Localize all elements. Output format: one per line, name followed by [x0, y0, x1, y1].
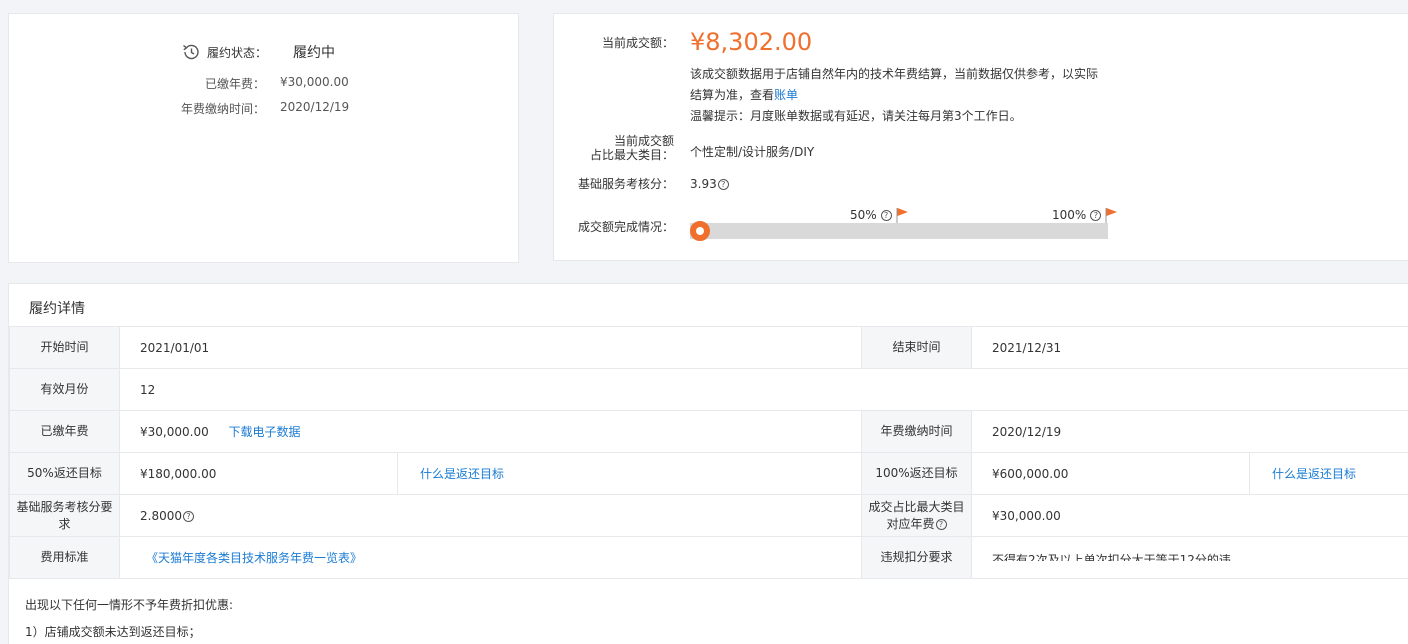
paid-fee-label: 已缴年费： — [204, 77, 265, 91]
detail-title: 履约详情 — [29, 301, 85, 317]
flag-icon — [1105, 208, 1118, 223]
download-data-link[interactable]: 下载电子数据 — [229, 425, 301, 439]
target100-link[interactable]: 什么是返还目标 — [1272, 467, 1356, 481]
paid-fee-label: 已缴年费 — [9, 410, 120, 453]
service-score-value: 3.93 — [690, 177, 717, 191]
top-category-label-line2: 占比最大类目： — [589, 148, 674, 162]
cat-fee-value: ¥30,000.00 — [971, 494, 1408, 537]
status-label: 履约状态： — [207, 45, 268, 60]
target50-value: ¥180,000.00 — [119, 452, 398, 495]
end-time-value: 2021/12/31 — [971, 326, 1408, 369]
start-time-label: 开始时间 — [9, 326, 120, 369]
milestone-50: 50% ? — [850, 207, 910, 223]
gmv-progress-knob — [690, 221, 710, 241]
start-time-value: 2021/01/01 — [118, 326, 863, 369]
paid-time-value: 2020/12/19 — [280, 100, 350, 114]
milestone-100: 100% ? — [1052, 207, 1119, 223]
top-category-value: 个性定制/设计服务/DIY — [690, 145, 815, 159]
contract-detail-section: 履约详情 开始时间 2021/01/01 结束时间 2021/12/31 有效月… — [8, 283, 1408, 644]
score-req-cell: 2.8000? — [118, 494, 863, 537]
milestone-50-label: 50% — [850, 208, 877, 222]
target100-link-cell: 什么是返还目标 — [1249, 452, 1408, 495]
help-icon[interactable]: ? — [717, 179, 729, 190]
progress-label: 成交额完成情况： — [577, 220, 674, 234]
gmv-desc-line1: 该成交额数据用于店铺自然年内的技术年费结算，当前数据仅供参考，以实际 — [690, 67, 1099, 81]
end-time-label: 结束时间 — [861, 326, 973, 369]
gmv-desc-line2-prefix: 结算为准，查看 — [690, 88, 775, 102]
gmv-tip: 温馨提示：月度账单数据或有延迟，请关注每月第3个工作日。 — [690, 109, 1022, 123]
status-value: 履约中 — [293, 45, 335, 61]
gmv-label: 当前成交额： — [601, 36, 674, 50]
rule-item: 1）店铺成交额未达到返还目标； — [25, 625, 201, 639]
help-icon[interactable]: ? — [880, 209, 892, 221]
violation-value: 不得有2次及以上单次扣分大于等于12分的违规 — [992, 553, 1231, 561]
paid-time-label: 年费缴纳时间： — [180, 102, 265, 116]
paid-fee-cell: ¥30,000.00 下载电子数据 — [118, 410, 863, 453]
flag-icon — [896, 208, 908, 223]
score-req-label: 基础服务考核分要求 — [9, 494, 120, 537]
violation-cell: 不得有2次及以上单次扣分大于等于12分的违规 — [971, 536, 1408, 579]
fee-std-label: 费用标准 — [9, 536, 120, 579]
status-row: 履约状态： 履约中 — [181, 42, 335, 62]
target50-label: 50%返还目标 — [9, 452, 120, 495]
target50-link-cell: 什么是返还目标 — [396, 452, 863, 495]
violation-label: 违规扣分要求 — [861, 536, 973, 579]
target100-value: ¥600,000.00 — [971, 452, 1251, 495]
cat-fee-label: 成交占比最大类目对应年费? — [861, 494, 973, 537]
paid-time-value: 2020/12/19 — [971, 410, 1408, 453]
history-icon — [183, 44, 199, 60]
help-icon[interactable]: ? — [935, 518, 947, 530]
table-row: 基础服务考核分要求 2.8000? 成交占比最大类目对应年费? ¥30,000.… — [9, 494, 1408, 537]
table-row: 已缴年费 ¥30,000.00 下载电子数据 年费缴纳时间 2020/12/19 — [9, 410, 1408, 453]
score-req-value: 2.8000 — [140, 508, 182, 523]
milestone-100-label: 100% — [1052, 208, 1087, 222]
table-row: 有效月份 12 — [9, 368, 1408, 411]
fee-std-cell: 《天猫年度各类目技术服务年费一览表》 — [118, 536, 863, 579]
gmv-desc-line2: 结算为准，查看账单 — [690, 85, 1110, 106]
fee-std-link[interactable]: 《天猫年度各类目技术服务年费一览表》 — [146, 551, 362, 565]
help-icon[interactable]: ? — [1090, 209, 1102, 221]
bill-link[interactable]: 账单 — [774, 88, 798, 102]
paid-time-row: 年费缴纳时间： 2020/12/19 — [145, 100, 349, 117]
contract-summary-card: 履约状态： 履约中 已缴年费： ¥30,000.00 年费缴纳时间： 2020/… — [8, 13, 519, 263]
rules-intro: 出现以下任何一情形不予年费折扣优惠: — [25, 598, 234, 612]
target100-label: 100%返还目标 — [861, 452, 973, 495]
paid-fee-value: ¥30,000.00 — [140, 425, 209, 439]
target50-link[interactable]: 什么是返还目标 — [420, 467, 504, 481]
gmv-value: ¥8,302.00 — [690, 28, 813, 56]
paid-time-label: 年费缴纳时间 — [861, 410, 973, 453]
top-category-label-line1: 当前成交额 — [613, 134, 674, 148]
table-row: 50%返还目标 ¥180,000.00 什么是返还目标 100%返还目标 ¥60… — [9, 452, 1408, 495]
detail-table: 开始时间 2021/01/01 结束时间 2021/12/31 有效月份 12 … — [9, 326, 1408, 579]
table-row: 费用标准 《天猫年度各类目技术服务年费一览表》 违规扣分要求 不得有2次及以上单… — [9, 536, 1408, 579]
paid-fee-row: 已缴年费： ¥30,000.00 — [145, 75, 349, 92]
paid-fee-value: ¥30,000.00 — [280, 75, 349, 89]
top-category-label: 当前成交额 占比最大类目： — [554, 134, 674, 162]
service-score-label: 基础服务考核分： — [577, 177, 674, 191]
valid-months-label: 有效月份 — [9, 368, 120, 411]
gmv-description: 该成交额数据用于店铺自然年内的技术年费结算，当前数据仅供参考，以实际 结算为准，… — [690, 64, 1110, 127]
gmv-card: 当前成交额： ¥8,302.00 该成交额数据用于店铺自然年内的技术年费结算，当… — [553, 13, 1408, 261]
gmv-progress-bar — [690, 223, 1108, 239]
help-icon[interactable]: ? — [183, 510, 194, 522]
table-row: 开始时间 2021/01/01 结束时间 2021/12/31 — [9, 326, 1408, 369]
cat-fee-label-text: 成交占比最大类目对应年费 — [868, 499, 965, 531]
service-score: 3.93? — [690, 177, 729, 191]
valid-months-value: 12 — [118, 368, 1408, 411]
